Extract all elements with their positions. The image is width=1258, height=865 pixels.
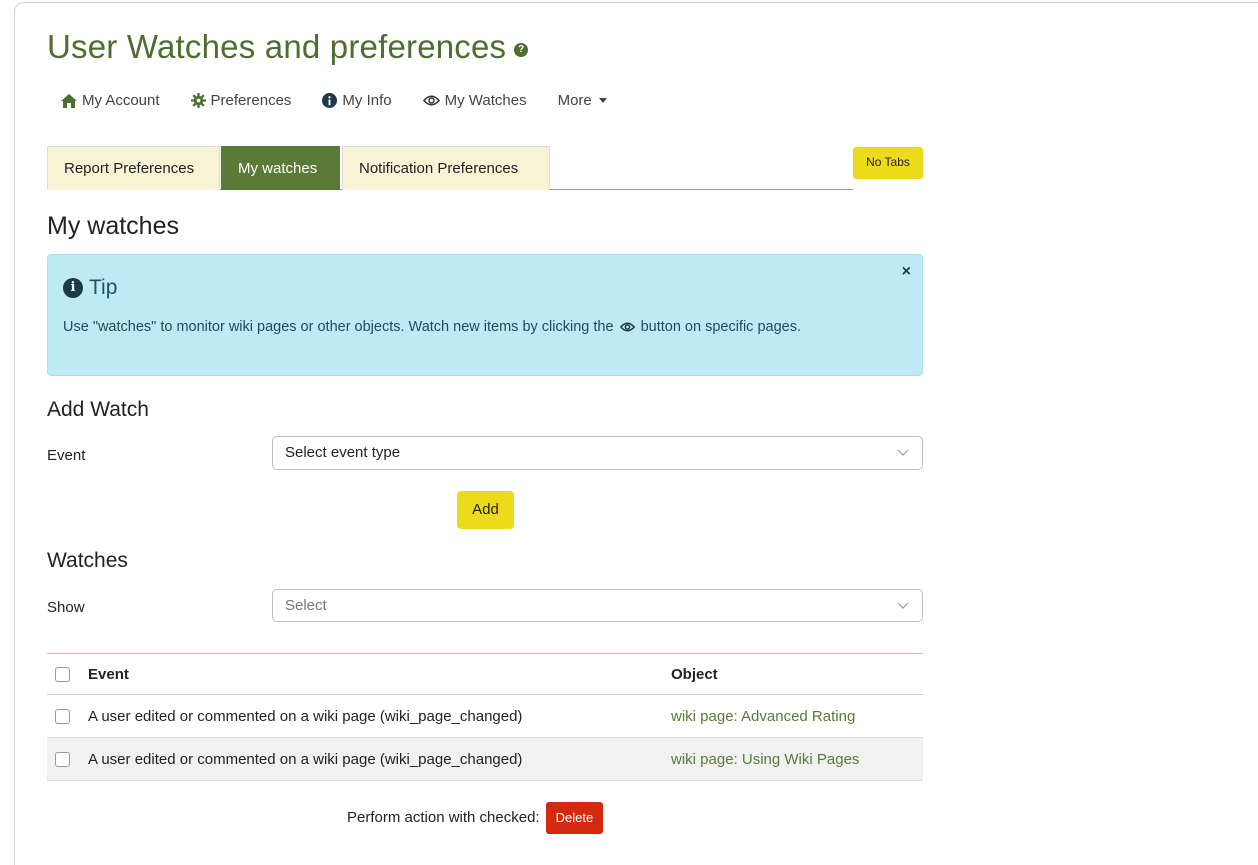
eye-icon <box>422 95 440 106</box>
row-checkbox[interactable] <box>55 752 70 767</box>
section-title: My watches <box>47 212 179 240</box>
eye-icon <box>619 322 635 332</box>
gear-icon <box>190 93 206 108</box>
delete-button[interactable]: Delete <box>545 802 604 834</box>
top-nav: My Account Preferences My Info My Watche… <box>61 92 638 109</box>
tab-notification-preferences[interactable]: Notification Preferences <box>342 146 550 190</box>
watches-heading: Watches <box>47 549 128 572</box>
event-label: Event <box>47 447 86 464</box>
select-all-checkbox[interactable] <box>55 667 70 682</box>
caret-down-icon <box>598 98 607 103</box>
row-checkbox[interactable] <box>55 709 70 724</box>
close-icon[interactable]: × <box>902 263 911 281</box>
object-link[interactable]: wiki page: Advanced Rating <box>671 708 855 725</box>
tab-my-watches[interactable]: My watches <box>221 146 340 190</box>
show-select-placeholder: Select <box>285 597 327 614</box>
table-row: A user edited or commented on a wiki pag… <box>47 738 923 781</box>
event-cell: A user edited or commented on a wiki pag… <box>88 751 523 768</box>
perform-action-label: Perform action with checked: <box>347 809 540 826</box>
nav-label: My Info <box>342 92 392 109</box>
event-type-select[interactable]: Select event type <box>272 436 923 470</box>
nav-label: My Watches <box>444 92 527 109</box>
column-header-event: Event <box>88 666 129 683</box>
nav-more-dropdown[interactable]: More <box>558 92 607 109</box>
nav-my-account[interactable]: My Account <box>61 92 160 109</box>
show-label: Show <box>47 599 85 616</box>
watches-table: Event Object A user edited or commented … <box>47 653 923 781</box>
tip-title: Tip <box>89 276 118 299</box>
tab-bar: Report Preferences My watches Notificati… <box>47 146 853 190</box>
nav-preferences[interactable]: Preferences <box>190 92 292 109</box>
tip-text: Use "watches" to monitor wiki pages or o… <box>63 316 883 339</box>
table-row: A user edited or commented on a wiki pag… <box>47 695 923 738</box>
home-icon <box>61 93 77 108</box>
event-cell: A user edited or commented on a wiki pag… <box>88 708 523 725</box>
add-button[interactable]: Add <box>457 491 514 529</box>
nav-my-watches[interactable]: My Watches <box>422 92 527 109</box>
chevron-down-icon <box>897 602 909 609</box>
tab-report-preferences[interactable]: Report Preferences <box>47 146 220 190</box>
nav-label: My Account <box>82 92 160 109</box>
info-circle-icon: i <box>63 278 83 298</box>
table-header-row: Event Object <box>47 654 923 695</box>
chevron-down-icon <box>897 449 909 456</box>
bulk-action-bar: Perform action with checked: Delete <box>347 801 604 834</box>
add-watch-heading: Add Watch <box>47 398 149 421</box>
nav-label: Preferences <box>210 92 292 109</box>
tip-alert: i Tip Use "watches" to monitor wiki page… <box>47 254 923 376</box>
help-icon[interactable]: ? <box>514 43 529 57</box>
tip-header: i Tip <box>63 276 117 300</box>
page-title-text: User Watches and preferences <box>47 28 507 65</box>
event-type-value: Select event type <box>285 444 401 461</box>
show-select[interactable]: Select <box>272 589 923 622</box>
nav-my-info[interactable]: My Info <box>322 92 392 109</box>
nav-label: More <box>557 92 592 109</box>
object-link[interactable]: wiki page: Using Wiki Pages <box>671 751 859 768</box>
no-tabs-button[interactable]: No Tabs <box>853 147 923 179</box>
tip-text-before: Use "watches" to monitor wiki pages or o… <box>63 319 614 335</box>
column-header-object: Object <box>671 666 718 683</box>
tip-text-after: button on specific pages. <box>640 319 801 335</box>
page-title: User Watches and preferences ? <box>47 28 529 66</box>
info-icon <box>322 93 338 108</box>
